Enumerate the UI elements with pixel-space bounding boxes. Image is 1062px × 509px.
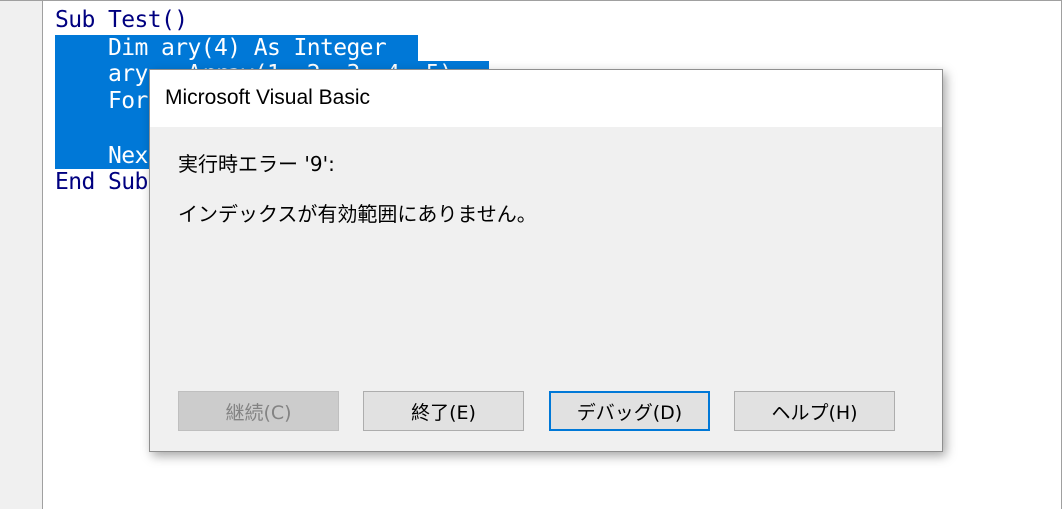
editor-gutter	[0, 1, 43, 509]
code-line-next[interactable]: Nex	[55, 143, 148, 169]
dialog-title: Microsoft Visual Basic	[165, 86, 371, 109]
selection-line-5	[55, 117, 155, 143]
help-button[interactable]: ヘルプ(H)	[734, 391, 895, 431]
end-button[interactable]: 終了(E)	[363, 391, 524, 431]
code-line-sub[interactable]: Sub Test()	[55, 7, 188, 33]
error-message: インデックスが有効範囲にありません。	[178, 202, 537, 226]
error-dialog: Microsoft Visual Basic 実行時エラー '9': インデック…	[149, 69, 943, 452]
continue-button: 継続(C)	[178, 391, 339, 431]
code-line-for[interactable]: For	[55, 88, 148, 114]
debug-button[interactable]: デバッグ(D)	[549, 391, 710, 431]
code-line-end-sub[interactable]: End Sub	[55, 169, 148, 195]
code-line-dim[interactable]: Dim ary(4) As Integer	[55, 35, 387, 61]
dialog-titlebar[interactable]: Microsoft Visual Basic	[150, 70, 942, 127]
runtime-error-label: 実行時エラー '9':	[178, 152, 335, 176]
